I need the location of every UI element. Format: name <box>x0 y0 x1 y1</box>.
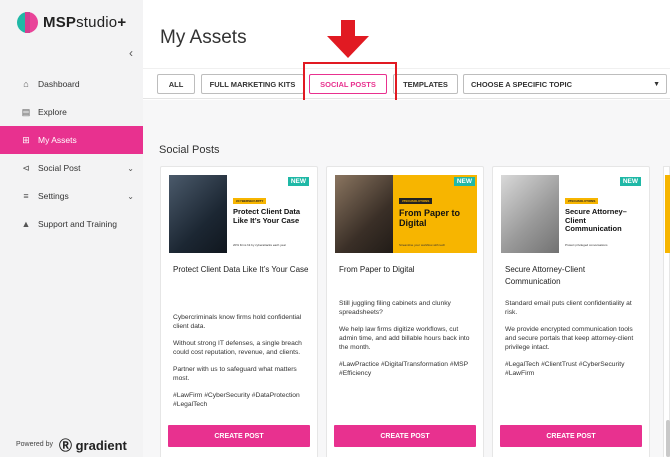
sidebar-item-label: Social Post <box>38 163 81 173</box>
brand-name: MSPstudio+ <box>43 14 127 31</box>
post-card[interactable]: #CYBERSECURITY Protect Client Data Like … <box>160 166 318 457</box>
post-card[interactable]: #TECHSOLUTIONS From Paper to Digital Str… <box>326 166 484 457</box>
photo-laptop-typing <box>501 175 563 253</box>
post-card-partial[interactable] <box>663 166 670 457</box>
section-title: Social Posts <box>159 144 220 156</box>
post-thumbnail[interactable]: #TECHSOLUTIONS Secure Attorney–Client Co… <box>501 175 643 253</box>
create-post-button[interactable]: CREATE POST <box>334 425 476 447</box>
card-hashtags: #LawFirm #CyberSecurity #DataProtection … <box>173 392 300 408</box>
card-title: Protect Client Data Like It’s Your Case <box>173 265 309 274</box>
filter-bar: ALL FULL MARKETING KITS SOCIAL POSTS TEM… <box>143 68 670 99</box>
sidebar-item-label: Explore <box>38 107 67 117</box>
sidebar-item-explore[interactable]: ▤ Explore <box>0 98 143 126</box>
topic-select-value: CHOOSE A SPECIFIC TOPIC <box>471 79 572 89</box>
graduation-cap-icon: ▲ <box>21 219 31 229</box>
thumbnail-tag: #TECHSOLUTIONS <box>399 198 433 204</box>
brand-logo[interactable]: MSPstudio+ <box>17 12 126 33</box>
filter-all-button[interactable]: ALL <box>157 74 195 94</box>
sidebar: MSPstudio+ ‹ ⌂ Dashboard ▤ Explore ⊞ My … <box>0 0 143 457</box>
powered-by-label: Powered by <box>16 441 53 448</box>
card-text: Partner with us to safeguard what matter… <box>173 366 297 382</box>
thumbnail-tag: #CYBERSECURITY <box>233 198 267 204</box>
thumbnail-panel: #TECHSOLUTIONS From Paper to Digital Str… <box>393 175 477 253</box>
sliders-icon: ≡ <box>23 191 29 201</box>
grid-icon: ⊞ <box>22 134 30 145</box>
thumbnail-headline: Secure Attorney–Client Communication <box>565 207 627 233</box>
new-badge: NEW <box>287 177 309 186</box>
photo-woman-documents <box>335 175 397 253</box>
thumbnail-tag: #TECHSOLUTIONS <box>565 198 599 204</box>
card-body: Cybercriminals know firms hold confident… <box>173 313 309 417</box>
home-icon: ⌂ <box>23 79 29 89</box>
card-title: Secure Attorney-Client Communication <box>505 265 586 286</box>
thumbnail-headline: From Paper to Digital <box>399 208 461 228</box>
gradient-logo: Ⓡ gradient <box>58 438 127 453</box>
page-title: My Assets <box>160 27 247 48</box>
sidebar-item-label: Settings <box>38 191 69 201</box>
card-text: Still juggling filing cabinets and clunk… <box>339 300 451 316</box>
card-body: Still juggling filing cabinets and clunk… <box>339 299 475 386</box>
topic-select[interactable]: CHOOSE A SPECIFIC TOPIC ▼ <box>463 74 667 94</box>
sidebar-item-support[interactable]: ▲ Support and Training <box>0 210 143 238</box>
logo-icon <box>17 12 38 33</box>
explore-icon: ▤ <box>21 106 31 117</box>
card-text: Without strong IT defenses, a single bre… <box>173 340 302 356</box>
filter-templates-button[interactable]: TEMPLATES <box>393 74 458 94</box>
post-thumbnail[interactable]: #CYBERSECURITY Protect Client Data Like … <box>169 175 311 253</box>
create-post-button[interactable]: CREATE POST <box>500 425 642 447</box>
thumbnail-subtext: 20% firms hit by cyberattacks each year <box>233 243 287 247</box>
thumbnail-panel: #TECHSOLUTIONS Secure Attorney–Client Co… <box>559 175 643 253</box>
card-hashtags: #LegalTech #ClientTrust #CyberSecurity #… <box>505 361 625 377</box>
card-text: Cybercriminals know firms hold confident… <box>173 314 302 330</box>
new-badge: NEW <box>453 177 475 186</box>
powered-by: Powered by Ⓡ gradient <box>16 435 127 454</box>
card-title: From Paper to Digital <box>339 265 415 274</box>
sidebar-item-label: My Assets <box>38 135 77 145</box>
card-text: We provide encrypted communication tools… <box>505 326 634 351</box>
scrollbar[interactable] <box>666 420 670 457</box>
sidebar-item-label: Dashboard <box>38 79 80 89</box>
thumbnail-headline: Protect Client Data Like It’s Your Case <box>233 207 301 225</box>
new-badge: NEW <box>619 177 641 186</box>
caret-down-icon: ▼ <box>653 81 660 88</box>
thumbnail-subtext: Streamline your workflow with tech <box>399 243 446 247</box>
card-body: Standard email puts client confidentiali… <box>505 299 641 386</box>
annotation-highlight-box <box>303 62 397 102</box>
sidebar-item-label: Support and Training <box>38 219 117 229</box>
sidebar-item-my-assets[interactable]: ⊞ My Assets <box>0 126 143 154</box>
sidebar-nav: ⌂ Dashboard ▤ Explore ⊞ My Assets ⊲ Soci… <box>0 70 143 238</box>
post-thumbnail[interactable]: #TECHSOLUTIONS From Paper to Digital Str… <box>335 175 477 253</box>
thumbnail-subtext: Protect privileged conversations <box>565 243 608 247</box>
annotation-arrow-icon <box>327 20 369 58</box>
photo-man-laptop <box>169 175 231 253</box>
chevron-down-icon: ⌄ <box>127 163 134 173</box>
chevron-down-icon: ⌄ <box>127 191 134 201</box>
sidebar-item-dashboard[interactable]: ⌂ Dashboard <box>0 70 143 98</box>
card-hashtags: #LawPractice #DigitalTransformation #MSP… <box>339 361 468 377</box>
main-area: My Assets ALL FULL MARKETING KITS SOCIAL… <box>143 0 670 457</box>
card-text: Standard email puts client confidentiali… <box>505 300 632 316</box>
chevron-left-icon[interactable]: ‹ <box>129 46 133 60</box>
content-area: Social Posts #CYBERSECURITY Protect Clie… <box>143 100 670 457</box>
thumbnail-panel: #CYBERSECURITY Protect Client Data Like … <box>227 175 311 253</box>
sidebar-item-social-post[interactable]: ⊲ Social Post ⌄ <box>0 154 143 182</box>
create-post-button[interactable]: CREATE POST <box>168 425 310 447</box>
filter-marketing-kits-button[interactable]: FULL MARKETING KITS <box>201 74 304 94</box>
sidebar-item-settings[interactable]: ≡ Settings ⌄ <box>0 182 143 210</box>
share-icon: ⊲ <box>22 162 30 173</box>
card-text: We help law firms digitize workflows, cu… <box>339 326 470 351</box>
post-card[interactable]: #TECHSOLUTIONS Secure Attorney–Client Co… <box>492 166 650 457</box>
